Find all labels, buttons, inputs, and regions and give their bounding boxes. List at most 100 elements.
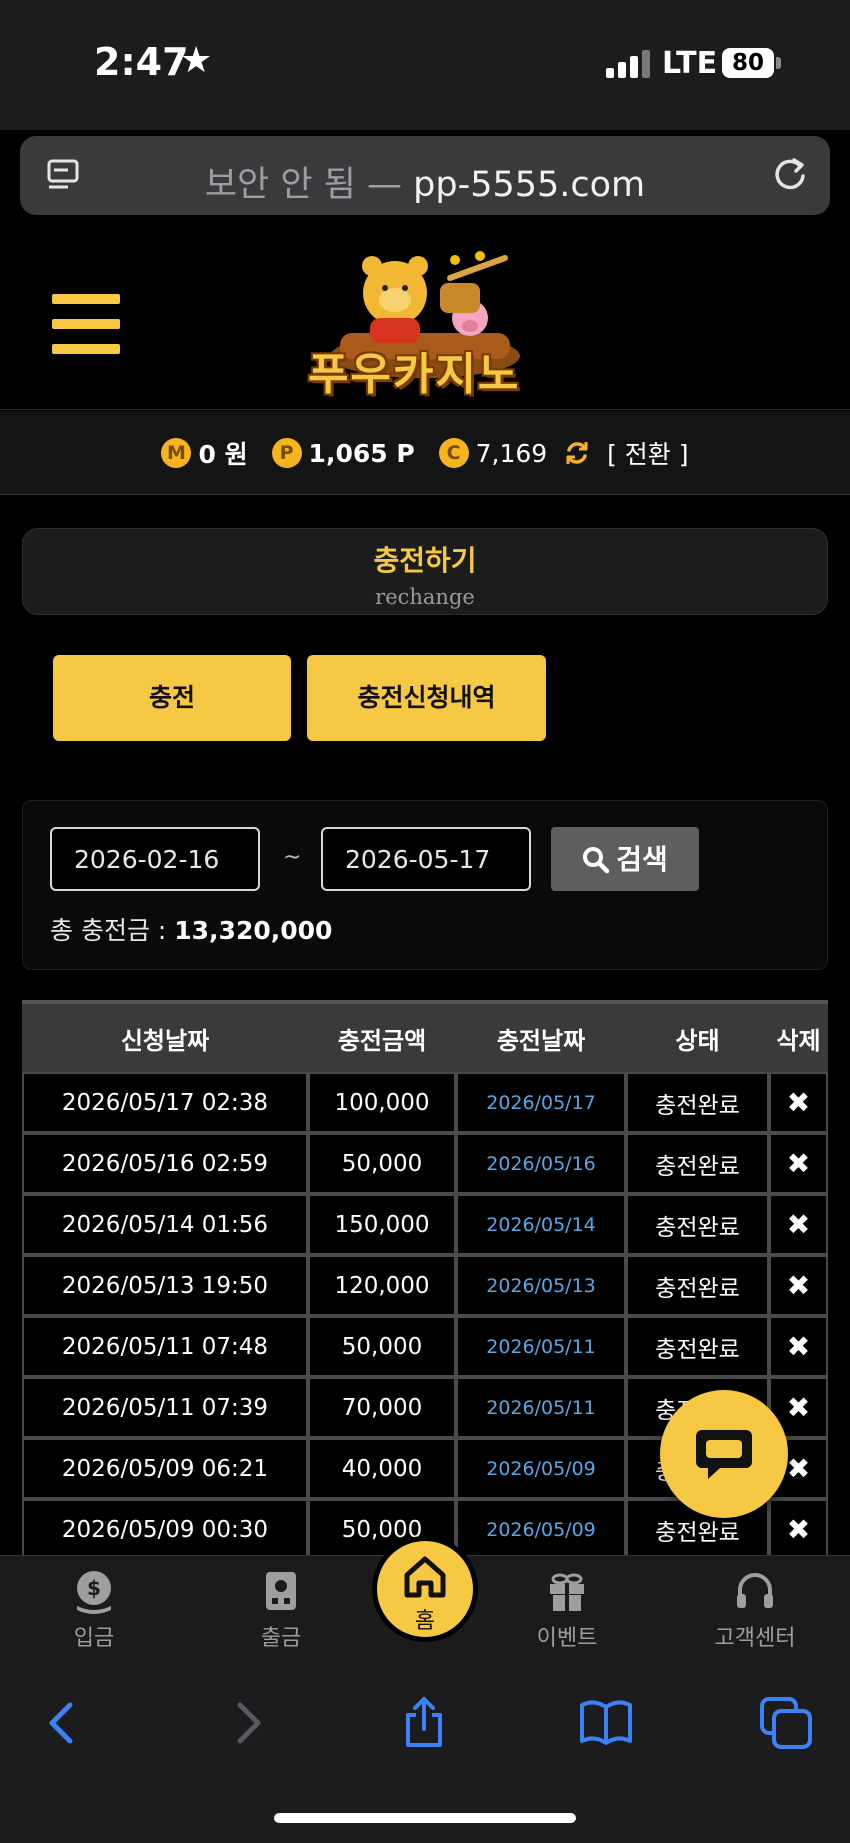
- chat-button[interactable]: [660, 1390, 788, 1518]
- search-panel: ~ 검색 총 충전금 : 13,320,000: [22, 800, 828, 970]
- cell-charge-date: 2026/05/11: [456, 1377, 626, 1438]
- search-button[interactable]: 검색: [551, 827, 699, 891]
- cell-status: 충전완료: [626, 1133, 769, 1194]
- battery-cap: [776, 57, 781, 69]
- date-from-input[interactable]: [50, 827, 260, 891]
- cell-request-date: 2026/05/13 19:50: [22, 1255, 308, 1316]
- cell-amount: 50,000: [308, 1316, 456, 1377]
- chat-bubble-icon: [696, 1430, 752, 1479]
- total-charge-label: 총 충전금 :: [50, 916, 175, 945]
- date-to-input[interactable]: [321, 827, 531, 891]
- cell-request-date: 2026/05/11 07:48: [22, 1316, 308, 1377]
- header-status: 상태: [626, 1000, 769, 1072]
- casino-coin-icon: C: [438, 438, 469, 468]
- star-icon: ★: [180, 40, 213, 81]
- delete-icon[interactable]: ✖: [769, 1072, 828, 1133]
- balance-bar: M0 원 P 1,065 P C 7,169 [ 전환 ]: [0, 411, 850, 495]
- money-balance: 0 원: [198, 440, 248, 469]
- tab-charge-history[interactable]: 충전신청내역: [307, 655, 546, 741]
- gift-icon: [550, 1573, 584, 1611]
- svg-text:$: $: [87, 1576, 101, 1600]
- cell-charge-date: 2026/05/14: [456, 1194, 626, 1255]
- tabs-icon[interactable]: [758, 1695, 814, 1751]
- cell-charge-date: 2026/05/13: [456, 1255, 626, 1316]
- delete-icon[interactable]: ✖: [769, 1194, 828, 1255]
- logo-text: 푸우카지노: [308, 349, 521, 400]
- cell-status: 충전완료: [626, 1255, 769, 1316]
- reload-icon[interactable]: [770, 154, 810, 194]
- header-amount: 충전금액: [308, 1000, 456, 1072]
- nav-support-label: 고객센터: [714, 1626, 796, 1651]
- cell-request-date: 2026/05/09 00:30: [22, 1499, 308, 1555]
- balance-row: M0 원 P 1,065 P C 7,169 [ 전환 ]: [0, 435, 850, 471]
- cell-request-date: 2026/05/17 02:38: [22, 1072, 308, 1133]
- cell-amount: 50,000: [308, 1133, 456, 1194]
- bookmarks-icon[interactable]: [578, 1695, 634, 1751]
- cell-request-date: 2026/05/16 02:59: [22, 1133, 308, 1194]
- cell-amount: 100,000: [308, 1072, 456, 1133]
- tab-charge[interactable]: 충전: [53, 655, 291, 741]
- cell-request-date: 2026/05/09 06:21: [22, 1438, 308, 1499]
- nav-event[interactable]: 이벤트: [492, 1568, 642, 1652]
- nav-withdraw[interactable]: 출금: [206, 1568, 356, 1652]
- home-icon: [404, 1556, 446, 1598]
- header-charge-date: 충전날짜: [456, 1000, 626, 1072]
- point-coin-icon: P: [271, 438, 302, 468]
- cell-request-date: 2026/05/14 01:56: [22, 1194, 308, 1255]
- home-indicator: [274, 1813, 576, 1823]
- delete-icon[interactable]: ✖: [769, 1316, 828, 1377]
- section-subtitle: rechange: [375, 585, 475, 609]
- delete-icon[interactable]: ✖: [769, 1133, 828, 1194]
- cell-charge-date: 2026/05/11: [456, 1316, 626, 1377]
- safe-icon: [266, 1572, 296, 1610]
- cell-request-date: 2026/05/11 07:39: [22, 1377, 308, 1438]
- nav-home[interactable]: 홈: [372, 1536, 478, 1642]
- cell-charge-date: 2026/05/09: [456, 1499, 626, 1555]
- cell-status: 충전완료: [626, 1316, 769, 1377]
- section-title: 충전하기: [373, 544, 477, 577]
- address-bar[interactable]: 보안 안 됨 — pp-5555.com: [20, 136, 830, 215]
- status-time: 2:47: [94, 40, 189, 84]
- site-logo[interactable]: 푸우카지노: [300, 238, 550, 400]
- money-bag-icon: $: [77, 1571, 111, 1614]
- cell-amount: 70,000: [308, 1377, 456, 1438]
- nav-home-label: 홈: [414, 1609, 436, 1634]
- url-domain: pp-5555.com: [413, 165, 646, 205]
- date-separator: ~: [283, 845, 302, 870]
- cell-charge-date: 2026/05/09: [456, 1438, 626, 1499]
- switch-button[interactable]: [ 전환 ]: [607, 440, 688, 469]
- bottom-nav: $ 입금 출금 홈 이벤트 고객센터: [0, 1536, 850, 1665]
- headset-icon: [737, 1573, 773, 1608]
- cell-charge-date: 2026/05/17: [456, 1072, 626, 1133]
- delete-icon[interactable]: ✖: [769, 1255, 828, 1316]
- cell-status: 충전완료: [626, 1194, 769, 1255]
- battery-icon: 80: [722, 48, 774, 78]
- cell-charge-date: 2026/05/16: [456, 1133, 626, 1194]
- cell-amount: 120,000: [308, 1255, 456, 1316]
- search-button-label: 검색: [616, 843, 668, 876]
- section-header: 충전하기 rechange: [22, 528, 828, 615]
- back-icon[interactable]: [36, 1695, 92, 1751]
- cell-amount: 40,000: [308, 1438, 456, 1499]
- insecure-label: 보안 안 됨 —: [204, 165, 414, 205]
- total-charge-value: 13,320,000: [174, 916, 333, 945]
- table-row: 2026/05/17 02:38 100,000 2026/05/17 충전완료…: [22, 1072, 828, 1133]
- cellular-signal-icon: [606, 48, 650, 78]
- casino-balance: 7,169: [475, 438, 548, 468]
- hamburger-menu-icon[interactable]: [52, 294, 120, 354]
- forward-icon[interactable]: [218, 1695, 274, 1751]
- delete-icon[interactable]: ✖: [769, 1499, 828, 1555]
- table-row: 2026/05/13 19:50 120,000 2026/05/13 충전완료…: [22, 1255, 828, 1316]
- nav-event-label: 이벤트: [536, 1626, 598, 1651]
- cell-status: 충전완료: [626, 1072, 769, 1133]
- nav-support[interactable]: 고객센터: [680, 1568, 830, 1652]
- table-header-row: 신청날짜 충전금액 충전날짜 상태 삭제: [22, 1000, 828, 1072]
- url-text[interactable]: 보안 안 됨 — pp-5555.com: [20, 156, 830, 207]
- share-icon[interactable]: [396, 1695, 452, 1751]
- money-coin-icon: M: [161, 438, 192, 468]
- total-charge: 총 충전금 : 13,320,000: [50, 911, 332, 947]
- search-icon: [583, 847, 610, 874]
- site-header: 푸우카지노: [0, 238, 850, 410]
- refresh-icon[interactable]: [563, 439, 591, 467]
- nav-deposit[interactable]: $ 입금: [19, 1568, 169, 1652]
